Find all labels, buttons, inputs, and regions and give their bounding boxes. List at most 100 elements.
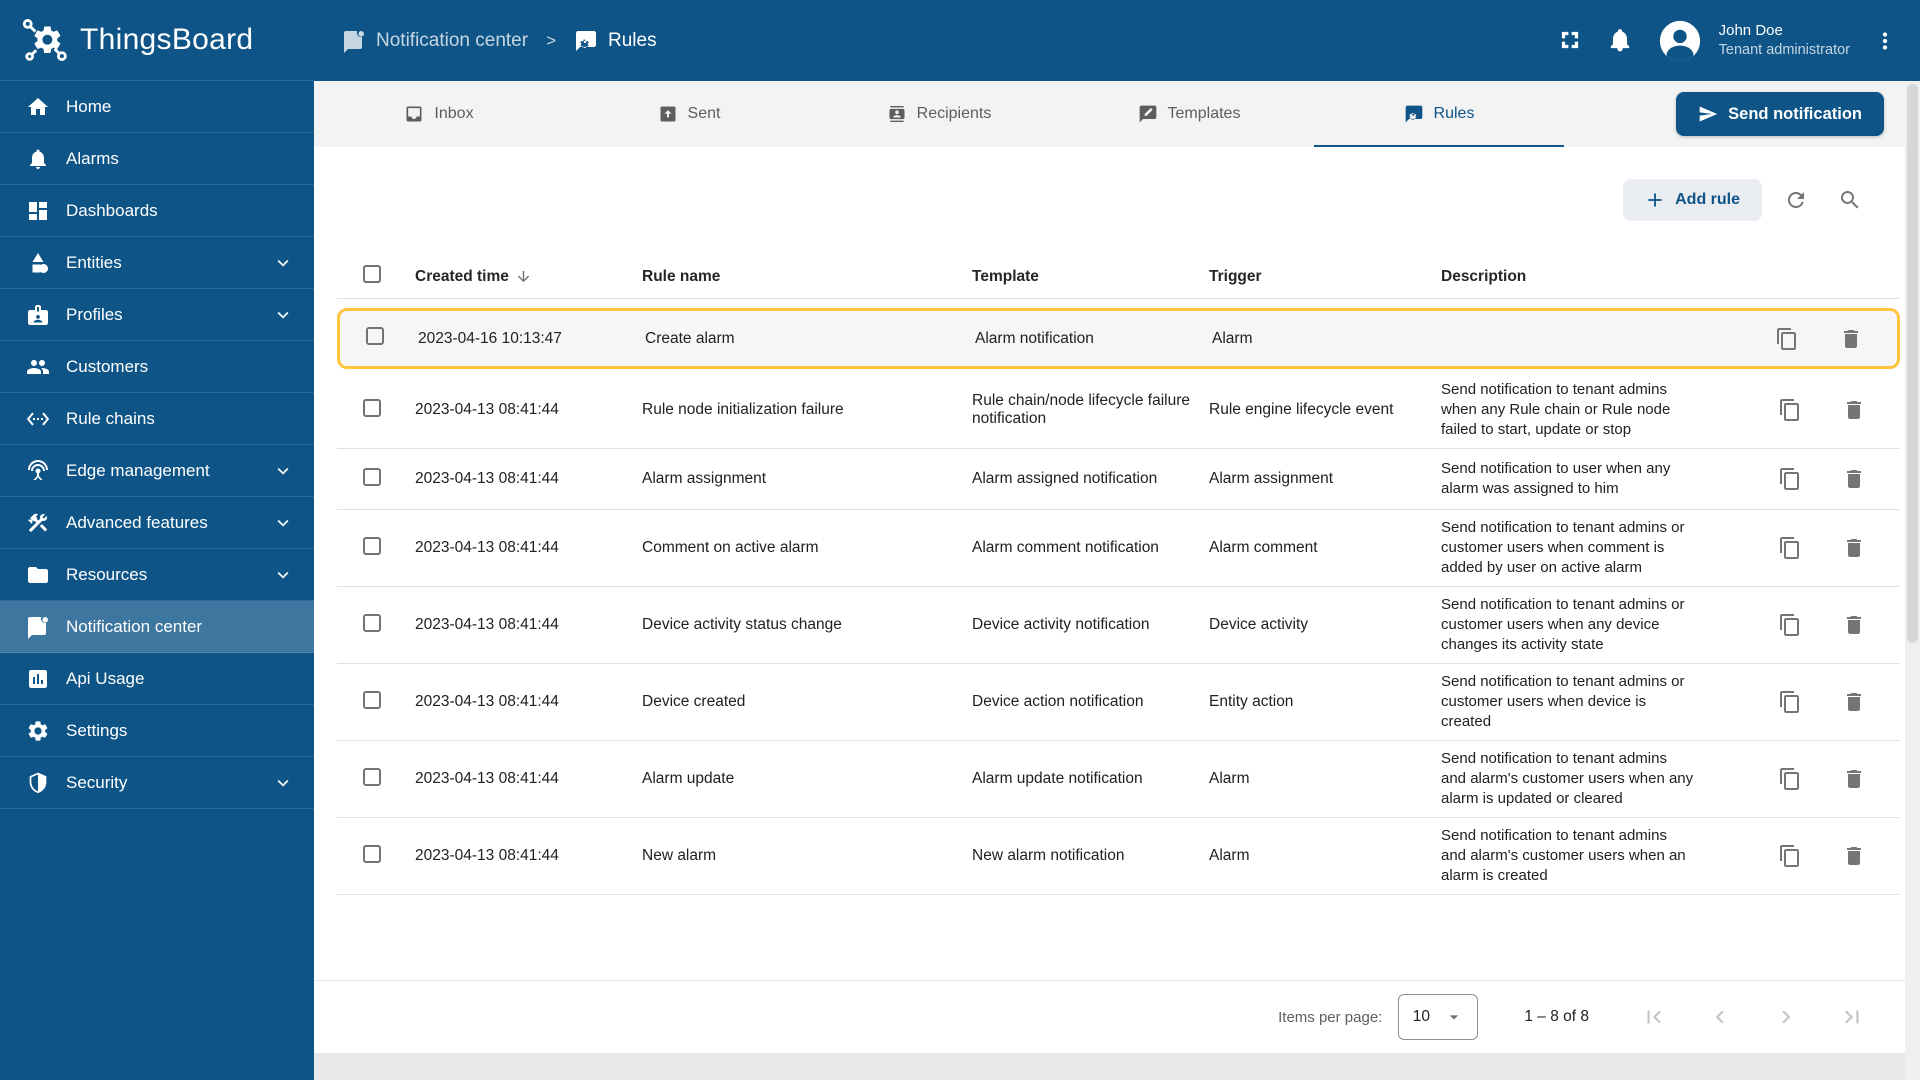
delete-rule-button[interactable]: [1842, 844, 1866, 868]
sidebar-item-alarms[interactable]: Alarms: [0, 133, 314, 185]
sidebar-item-advanced-features[interactable]: Advanced features: [0, 497, 314, 549]
copy-rule-button[interactable]: [1778, 690, 1802, 714]
delete-rule-button[interactable]: [1842, 467, 1866, 491]
row-checkbox[interactable]: [363, 536, 381, 555]
search-button[interactable]: [1830, 180, 1870, 220]
user-info[interactable]: John Doe Tenant administrator: [1719, 21, 1850, 61]
items-per-page-select[interactable]: 10: [1398, 994, 1479, 1040]
sidebar-item-label: Resources: [66, 564, 148, 584]
notifications-bell-button[interactable]: [1607, 27, 1635, 55]
add-rule-button[interactable]: Add rule: [1623, 179, 1762, 221]
chevron-down-icon: [272, 512, 294, 534]
cell-trigger: Device activity: [1209, 616, 1309, 633]
row-checkbox[interactable]: [363, 767, 381, 786]
previous-page-button[interactable]: [1707, 1004, 1733, 1030]
column-trigger[interactable]: Trigger: [1209, 268, 1441, 286]
sidebar-item-home[interactable]: Home: [0, 81, 314, 133]
resources-icon: [26, 563, 50, 587]
more-menu-button[interactable]: [1872, 28, 1898, 54]
row-checkbox[interactable]: [363, 398, 381, 417]
tab-templates[interactable]: Templates: [1064, 81, 1314, 147]
table-row[interactable]: 2023-04-13 08:41:44 Device created Devic…: [337, 664, 1900, 741]
sent-tab-icon: [658, 104, 678, 124]
sidebar-item-security[interactable]: Security: [0, 757, 314, 809]
security-icon: [26, 771, 50, 795]
copy-rule-button[interactable]: [1775, 327, 1799, 351]
sidebar-item-edge-management[interactable]: Edge management: [0, 445, 314, 497]
bottom-strip: [314, 1053, 1920, 1080]
sidebar-item-label: Rule chains: [66, 408, 155, 428]
sidebar-item-label: Api Usage: [66, 668, 145, 688]
column-description[interactable]: Description: [1441, 268, 1704, 286]
cell-description: Send notification to tenant admins and a…: [1441, 750, 1694, 807]
table-row[interactable]: 2023-04-13 08:41:44 Comment on active al…: [337, 510, 1900, 587]
column-rule-name[interactable]: Rule name: [642, 268, 972, 286]
sidebar-item-rule-chains[interactable]: Rule chains: [0, 393, 314, 445]
scrollbar-thumb[interactable]: [1907, 84, 1918, 644]
cell-created-time: 2023-04-13 08:41:44: [415, 539, 559, 556]
kebab-icon: [1882, 31, 1888, 50]
row-checkbox[interactable]: [363, 844, 381, 863]
row-checkbox[interactable]: [366, 327, 384, 345]
row-checkbox[interactable]: [363, 467, 381, 486]
table-row[interactable]: 2023-04-13 08:41:44 Rule node initializa…: [337, 372, 1900, 449]
copy-rule-button[interactable]: [1778, 536, 1802, 560]
column-created-time[interactable]: Created time: [415, 268, 642, 286]
breadcrumb-section-link[interactable]: Notification center: [342, 29, 528, 53]
tab-label: Templates: [1167, 105, 1241, 122]
tab-label: Rules: [1433, 105, 1475, 122]
copy-rule-button[interactable]: [1778, 467, 1802, 491]
table-row[interactable]: 2023-04-13 08:41:44 Alarm assignment Ala…: [337, 449, 1900, 510]
table-row[interactable]: 2023-04-13 08:41:44 Alarm update Alarm u…: [337, 741, 1900, 818]
scrollbar-track[interactable]: [1905, 81, 1920, 1080]
cell-template: Alarm notification: [975, 329, 1094, 347]
send-notification-button[interactable]: Send notification: [1676, 92, 1884, 136]
row-checkbox-cell: [337, 529, 415, 568]
cell-description: Send notification to tenant admins or cu…: [1441, 673, 1685, 730]
row-checkbox[interactable]: [363, 613, 381, 632]
copy-rule-button[interactable]: [1778, 398, 1802, 422]
tab-inbox[interactable]: Inbox: [314, 81, 564, 147]
breadcrumb-current: Rules: [574, 29, 657, 53]
sidebar-item-label: Settings: [66, 720, 128, 740]
delete-rule-button[interactable]: [1842, 690, 1866, 714]
sidebar-item-api-usage[interactable]: Api Usage: [0, 653, 314, 705]
chevron-left-icon: [1715, 1010, 1724, 1024]
sidebar-item-entities[interactable]: Entities: [0, 237, 314, 289]
delete-rule-button[interactable]: [1839, 327, 1863, 351]
delete-rule-button[interactable]: [1842, 613, 1866, 637]
sidebar-item-profiles[interactable]: Profiles: [0, 289, 314, 341]
tab-sent[interactable]: Sent: [564, 81, 814, 147]
delete-rule-button[interactable]: [1842, 536, 1866, 560]
sidebar-item-settings[interactable]: Settings: [0, 705, 314, 757]
copy-rule-button[interactable]: [1778, 844, 1802, 868]
table-row[interactable]: 2023-04-13 08:41:44 New alarm New alarm …: [337, 818, 1900, 895]
send-notification-label: Send notification: [1728, 104, 1862, 123]
sidebar-item-notification-center[interactable]: Notification center: [0, 601, 314, 653]
first-page-button[interactable]: [1641, 1004, 1667, 1030]
delete-rule-button[interactable]: [1842, 767, 1866, 791]
user-avatar[interactable]: [1657, 18, 1703, 64]
next-page-button[interactable]: [1773, 1004, 1799, 1030]
table-row[interactable]: 2023-04-13 08:41:44 Device activity stat…: [337, 587, 1900, 664]
app-logo[interactable]: ThingsBoard: [0, 0, 314, 81]
tab-rules[interactable]: Rules: [1314, 81, 1564, 147]
copy-rule-button[interactable]: [1778, 613, 1802, 637]
sidebar-item-dashboards[interactable]: Dashboards: [0, 185, 314, 237]
column-template[interactable]: Template: [972, 268, 1209, 286]
cell-rule-name: New alarm: [642, 847, 717, 864]
select-all-checkbox[interactable]: [363, 265, 381, 283]
refresh-icon: [1788, 192, 1804, 208]
cell-created-time: 2023-04-13 08:41:44: [415, 847, 559, 864]
table-row[interactable]: 2023-04-16 10:13:47 Create alarm Alarm n…: [337, 308, 1900, 369]
last-page-button[interactable]: [1839, 1004, 1865, 1030]
refresh-button[interactable]: [1776, 180, 1816, 220]
edge-management-icon: [26, 459, 50, 483]
sidebar-item-customers[interactable]: Customers: [0, 341, 314, 393]
sidebar-item-resources[interactable]: Resources: [0, 549, 314, 601]
tab-recipients[interactable]: Recipients: [814, 81, 1064, 147]
fullscreen-button[interactable]: [1557, 27, 1585, 55]
delete-rule-button[interactable]: [1842, 398, 1866, 422]
row-checkbox[interactable]: [363, 690, 381, 709]
copy-rule-button[interactable]: [1778, 767, 1802, 791]
